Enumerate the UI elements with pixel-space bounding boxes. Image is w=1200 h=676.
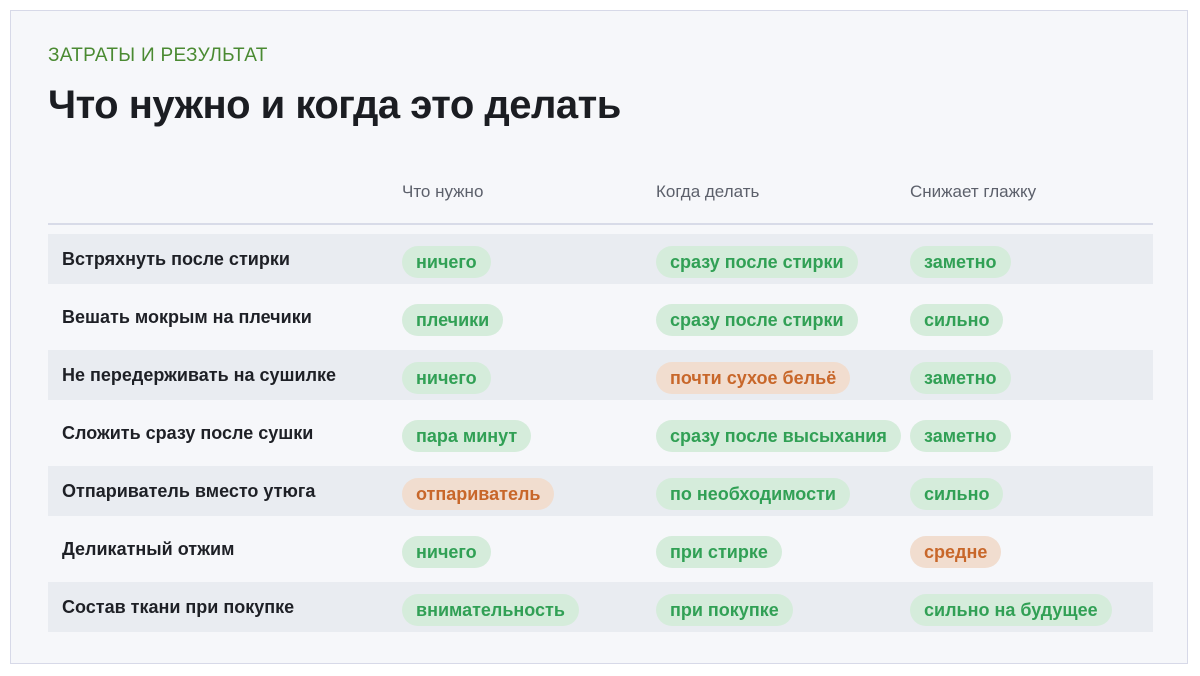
table-row: Состав ткани при покупке внимательность … xyxy=(48,582,1153,632)
table-row: Не передерживать на сушилке ничего почти… xyxy=(48,350,1153,400)
row-label: Отпариватель вместо утюга xyxy=(62,481,316,501)
value-badge: ничего xyxy=(402,362,491,394)
value-badge: сильно xyxy=(910,478,1004,510)
value-badge: сразу после высыхания xyxy=(656,420,901,452)
row-label: Сложить сразу после сушки xyxy=(62,423,314,443)
value-badge: почти сухое бельё xyxy=(656,362,851,394)
table-header: Что нужно Когда делать Снижает глажку xyxy=(48,177,1153,225)
value-badge: плечики xyxy=(402,304,504,336)
value-badge: сильно xyxy=(910,304,1004,336)
column-header-when: Когда делать xyxy=(656,182,760,201)
value-badge: сразу после стирки xyxy=(656,246,858,278)
value-badge: при покупке xyxy=(656,594,793,626)
row-label: Деликатный отжим xyxy=(62,539,235,559)
table-row: Сложить сразу после сушки пара минут сра… xyxy=(48,408,1153,458)
section-eyebrow: ЗАТРАТЫ И РЕЗУЛЬТАТ xyxy=(48,45,268,66)
value-badge: при стирке xyxy=(656,536,782,568)
column-header-reduces-ironing: Снижает глажку xyxy=(910,182,1037,201)
table-row: Отпариватель вместо утюга отпариватель п… xyxy=(48,466,1153,516)
value-badge: по необходимости xyxy=(656,478,850,510)
value-badge: ничего xyxy=(402,246,491,278)
table-body: Встряхнуть после стирки ничего сразу пос… xyxy=(48,234,1153,632)
value-badge: заметно xyxy=(910,246,1011,278)
value-badge: отпариватель xyxy=(402,478,555,510)
value-badge: сильно на будущее xyxy=(910,594,1112,626)
value-badge: средне xyxy=(910,536,1002,568)
page-title: Что нужно и когда это делать xyxy=(48,83,621,127)
table-row: Деликатный отжим ничего при стирке средн… xyxy=(48,524,1153,574)
table-row: Вешать мокрым на плечики плечики сразу п… xyxy=(48,292,1153,342)
table-row: Встряхнуть после стирки ничего сразу пос… xyxy=(48,234,1153,284)
row-label: Встряхнуть после стирки xyxy=(62,249,290,269)
value-badge: сразу после стирки xyxy=(656,304,858,336)
comparison-table: Что нужно Когда делать Снижает глажку Вс… xyxy=(48,177,1153,640)
column-header-what-needed: Что нужно xyxy=(402,182,484,201)
value-badge: заметно xyxy=(910,420,1011,452)
value-badge: ничего xyxy=(402,536,491,568)
row-label: Не передерживать на сушилке xyxy=(62,365,337,385)
value-badge: внимательность xyxy=(402,594,579,626)
row-label: Состав ткани при покупке xyxy=(62,597,295,617)
value-badge: пара минут xyxy=(402,420,532,452)
row-label: Вешать мокрым на плечики xyxy=(62,307,312,327)
value-badge: заметно xyxy=(910,362,1011,394)
content-card: ЗАТРАТЫ И РЕЗУЛЬТАТ Что нужно и когда эт… xyxy=(10,10,1188,664)
